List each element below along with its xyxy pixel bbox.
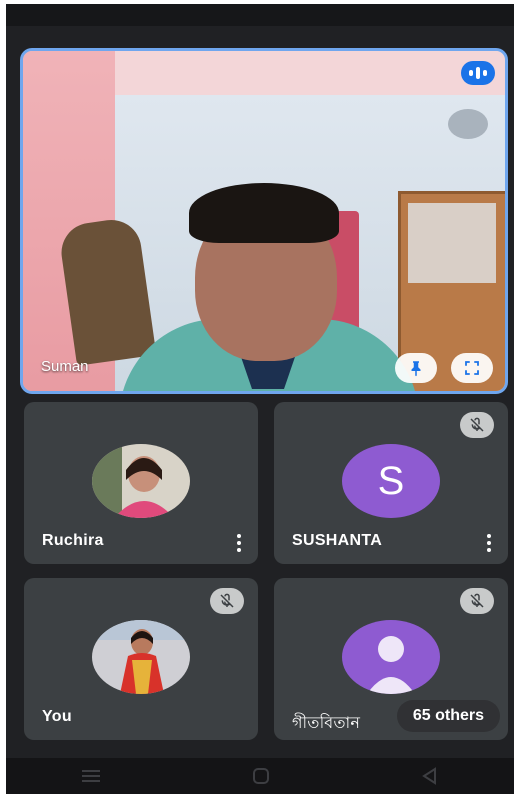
participant-tile-others[interactable]: গীতবিতান 65 others [274,578,508,740]
avatar: S [342,444,440,518]
fullscreen-button[interactable] [451,353,493,383]
participant-tile-you[interactable]: You [24,578,258,740]
more-vert-icon[interactable] [482,532,496,554]
participant-name: SUSHANTA [292,532,383,549]
participant-tile-ruchira[interactable]: Ruchira [24,402,258,564]
person-icon [367,636,415,694]
spotlight-tile-suman[interactable]: Suman [20,48,508,394]
others-count-button[interactable]: 65 others [396,700,500,732]
back-icon[interactable] [420,766,440,786]
pin-button[interactable] [395,353,437,383]
mic-off-icon [210,588,244,614]
video-feed [23,51,505,391]
participant-name: গীতবিতান [292,715,361,732]
status-bar [6,4,514,26]
more-vert-icon[interactable] [232,532,246,554]
avatar [92,620,190,694]
participant-name: You [42,708,72,725]
system-nav-bar [6,758,514,794]
pin-icon [411,361,421,377]
participant-name: Ruchira [42,532,104,549]
mic-off-icon [460,588,494,614]
participant-name: Suman [41,358,89,375]
avatar [92,444,190,518]
recents-icon[interactable] [80,768,102,784]
audio-bars-icon [461,61,495,85]
home-icon[interactable] [251,766,271,786]
avatar [342,620,440,694]
mic-off-icon [460,412,494,438]
avatar-initial: S [377,458,405,503]
phone-screen: Suman Ruchira S SUSHANTA You গীতবিতান 65… [6,4,514,794]
participant-tile-sushanta[interactable]: S SUSHANTA [274,402,508,564]
fullscreen-icon [465,361,479,375]
